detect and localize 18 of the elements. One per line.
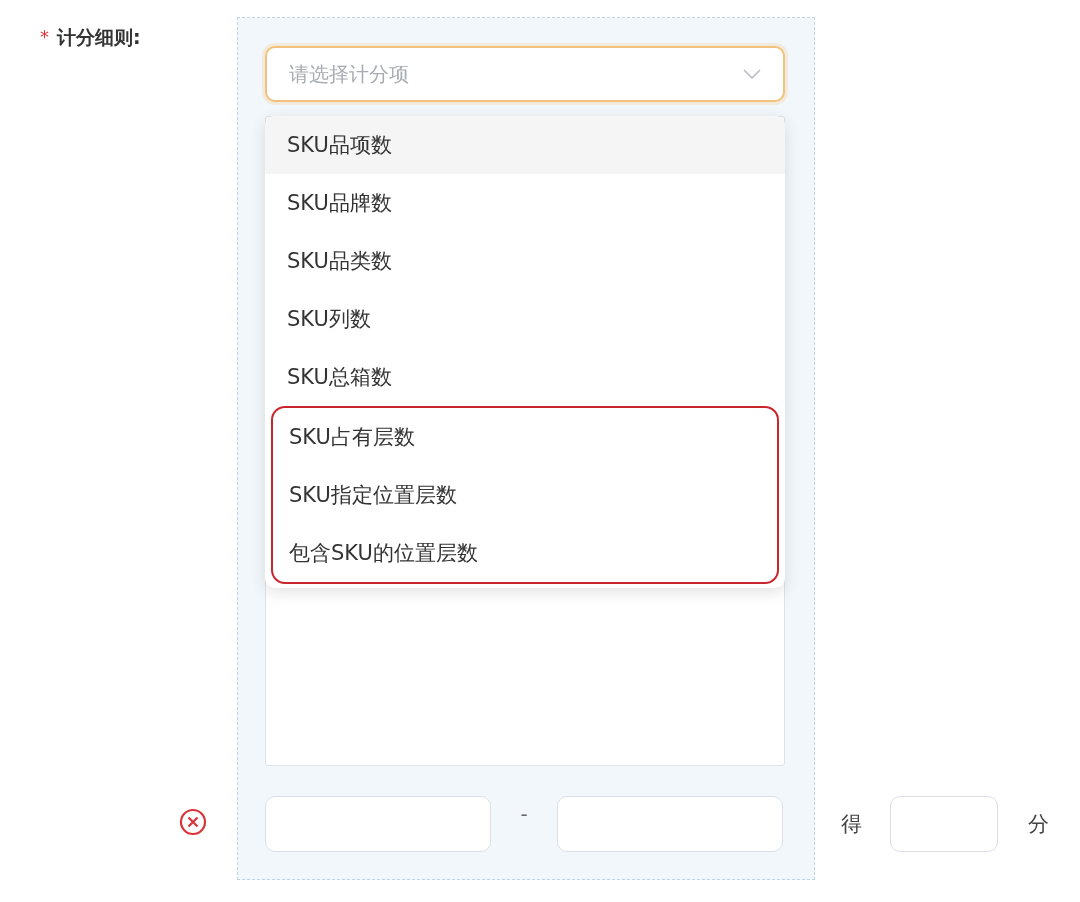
range-separator: - — [519, 802, 529, 826]
min-input[interactable] — [265, 796, 491, 852]
max-input[interactable] — [557, 796, 783, 852]
chevron-down-icon — [743, 69, 761, 79]
required-mark: * — [40, 25, 49, 49]
dropdown-option[interactable]: SKU品项数 — [265, 116, 785, 174]
dropdown-option[interactable]: SKU品类数 — [265, 232, 785, 290]
dropdown-option[interactable]: SKU占有层数 — [273, 408, 777, 466]
score-input[interactable] — [890, 796, 998, 852]
field-label: 计分细则: — [57, 25, 141, 49]
score-prefix: 得 — [841, 811, 862, 838]
score-suffix: 分 — [1028, 811, 1049, 838]
dropdown-option[interactable]: SKU总箱数 — [265, 348, 785, 406]
dropdown-option[interactable]: SKU品牌数 — [265, 174, 785, 232]
dropdown-option[interactable]: SKU列数 — [265, 290, 785, 348]
remove-icon[interactable] — [179, 808, 207, 836]
dropdown-option[interactable]: SKU指定位置层数 — [273, 466, 777, 524]
dropdown-option[interactable]: 包含SKU的位置层数 — [273, 524, 777, 582]
